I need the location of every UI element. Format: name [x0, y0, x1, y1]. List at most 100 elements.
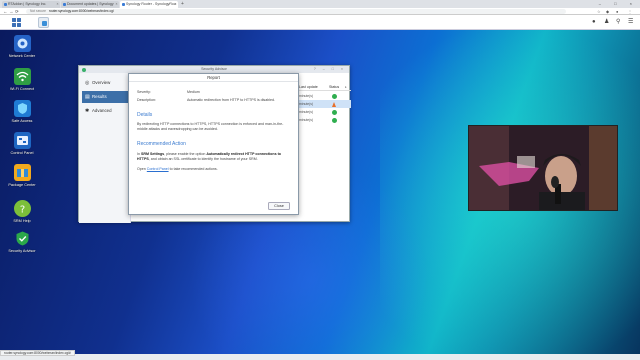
status-ok-icon	[332, 93, 337, 99]
tab-3-active[interactable]: Synology Router - SynologyRou ×	[120, 1, 178, 8]
sidebar-item-label: Advanced	[92, 108, 112, 113]
column-header-status[interactable]: Status	[329, 84, 339, 91]
search-icon[interactable]: ⚲	[616, 17, 620, 28]
table-row[interactable]: minute(s)	[299, 108, 351, 116]
sidebar-item-label: Overview	[92, 80, 111, 85]
desktop-icon-network-center[interactable]: Network Center	[3, 35, 41, 59]
security-advisor-icon	[41, 20, 47, 26]
extensions-icon[interactable]: ◆	[606, 8, 609, 15]
tab-title: Synology Router - SynologyRou	[126, 2, 176, 6]
tab-favicon	[62, 3, 66, 6]
row-last-update: minute(s)	[299, 102, 314, 106]
minimize-icon[interactable]: –	[323, 67, 328, 71]
tab-2[interactable]: Document updates | Synology ×	[61, 1, 119, 8]
description-label: Description:	[137, 98, 156, 102]
desktop-icon-label: Package Center	[8, 183, 36, 187]
forward-button[interactable]: →	[9, 8, 14, 15]
column-header-last-update[interactable]: Last update	[299, 84, 318, 91]
package-center-icon	[13, 164, 31, 181]
close-button[interactable]: Close	[268, 202, 290, 210]
tab-strip: RTAddon | Synology Inc. × Document updat…	[0, 0, 640, 8]
desktop-icon-label: Safe Access	[11, 119, 33, 123]
open-control-panel-text: Open Control Panel to take recommended a…	[137, 167, 218, 171]
results-icon: ▤	[85, 94, 90, 100]
description-value: Automatic redirection from HTTP to HTTPS…	[187, 98, 276, 102]
description-row: Description: Automatic redirection from …	[137, 98, 275, 102]
webcam-person-image	[469, 126, 617, 210]
row-last-update: minute(s)	[299, 118, 314, 122]
results-table-header: Last update Status ▸	[299, 84, 351, 91]
sidebar-item-overview[interactable]: ◎ Overview	[82, 77, 129, 89]
not-secure-label[interactable]: Not secure	[30, 9, 46, 13]
tab-favicon	[121, 3, 125, 6]
column-menu-icon[interactable]: ▸	[345, 84, 347, 91]
options-icon[interactable]: ☰	[628, 17, 633, 28]
status-ok-icon	[332, 109, 337, 115]
severity-row: Severity: Medium	[137, 90, 200, 94]
window-controls: – □ ×	[599, 0, 638, 8]
desktop-icon-label: Wi-Fi Connect	[9, 87, 35, 91]
desktop-icon-label: Network Center	[8, 54, 36, 58]
details-heading: Details	[137, 112, 153, 118]
help-icon: ?	[13, 200, 31, 217]
desktop-icon-safe-access[interactable]: Safe Access	[3, 100, 41, 124]
wifi-icon	[13, 68, 31, 85]
sidebar-item-results[interactable]: ▤ Results	[82, 91, 129, 103]
profile-icon[interactable]: ●	[616, 8, 618, 15]
srm-settings-term: SRM Settings	[141, 152, 165, 156]
bookmark-star-icon[interactable]: ☆	[597, 8, 601, 15]
address-bar[interactable]: Not secure router.synology.com:8000/webm…	[26, 9, 566, 14]
webcam-overlay	[468, 125, 618, 211]
close-tab-icon[interactable]: ×	[115, 1, 117, 8]
browser-chrome: RTAddon | Synology Inc. × Document updat…	[0, 0, 640, 15]
desktop-icon-control-panel[interactable]: Control Panel	[3, 132, 41, 156]
severity-value: Medium	[187, 90, 200, 94]
network-center-icon	[13, 35, 31, 52]
row-last-update: minute(s)	[299, 110, 314, 114]
tab-favicon	[3, 3, 7, 6]
window-controls: ? – □ ×	[314, 66, 346, 73]
browser-status-bar: router.synology.com:8000/webman/index.cg…	[0, 350, 75, 356]
control-panel-link[interactable]: Control Panel	[147, 167, 169, 171]
tab-1[interactable]: RTAddon | Synology Inc. ×	[2, 1, 60, 8]
minimize-window-button[interactable]: –	[599, 1, 607, 6]
maximize-window-button[interactable]: □	[614, 1, 622, 6]
new-tab-button[interactable]: +	[181, 0, 184, 8]
recommended-action-heading: Recommended Action	[137, 141, 186, 147]
close-tab-icon[interactable]: ×	[174, 1, 176, 8]
window-titlebar[interactable]: Security Advisor ? – □ ×	[79, 66, 349, 73]
table-row[interactable]: minute(s)	[299, 116, 351, 124]
row-last-update: minute(s)	[299, 94, 314, 98]
control-panel-icon	[13, 132, 31, 149]
back-button[interactable]: ←	[3, 8, 8, 15]
desktop-icon-srm-help[interactable]: ? SRM Help	[3, 200, 41, 224]
security-advisor-icon	[82, 67, 86, 72]
tab-title: Document updates | Synology	[67, 2, 114, 6]
close-icon[interactable]: ×	[341, 67, 346, 71]
browser-menu-icon[interactable]: ⋮	[628, 8, 632, 15]
chat-icon[interactable]: ●	[592, 17, 596, 28]
main-menu-icon[interactable]	[12, 18, 21, 27]
status-ok-icon	[332, 117, 337, 123]
srm-taskbar: ● ♟ ⚲ ☰	[0, 15, 640, 30]
table-row-selected[interactable]: minute(s)	[299, 100, 351, 108]
sidebar-item-advanced[interactable]: ✱ Advanced	[82, 105, 129, 117]
taskbar-security-advisor-button[interactable]	[38, 17, 49, 28]
safe-access-icon	[13, 100, 31, 117]
advanced-icon: ✱	[85, 108, 90, 114]
reload-button[interactable]: ⟳	[15, 8, 19, 15]
help-icon[interactable]: ?	[314, 67, 319, 71]
close-window-button[interactable]: ×	[630, 1, 638, 6]
user-icon[interactable]: ♟	[604, 17, 609, 28]
dialog-title: Report	[129, 74, 298, 82]
maximize-icon[interactable]: □	[332, 67, 337, 71]
desktop-icon-wifi-connect[interactable]: Wi-Fi Connect	[3, 68, 41, 92]
sidebar: ◎ Overview ▤ Results ✱ Advanced	[79, 73, 131, 223]
severity-label: Severity:	[137, 90, 151, 94]
close-tab-icon[interactable]: ×	[56, 1, 58, 8]
desktop-icon-package-center[interactable]: Package Center	[3, 164, 41, 188]
table-row[interactable]: minute(s)	[299, 92, 351, 100]
desktop-icon-label: Control Panel	[10, 151, 34, 155]
browser-toolbar: ← → ⟳ Not secure router.synology.com:800…	[0, 8, 640, 15]
desktop-icon-security-advisor[interactable]: Security Advisor	[3, 230, 41, 254]
